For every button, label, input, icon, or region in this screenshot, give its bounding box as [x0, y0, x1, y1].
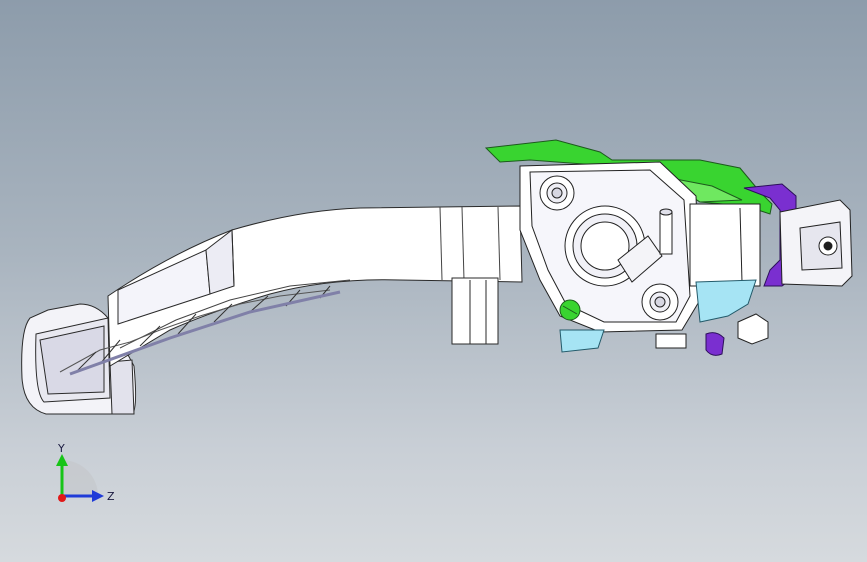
bolt-upper[interactable] — [539, 175, 575, 211]
pedal-assembly-model[interactable] — [0, 0, 867, 562]
green-screw[interactable] — [559, 299, 581, 321]
lower-stop-tab[interactable] — [451, 277, 499, 345]
pivot-shaft[interactable] — [779, 199, 853, 287]
z-axis-label: Z — [107, 490, 115, 503]
bolt-lower[interactable] — [641, 283, 679, 321]
coordinate-triad: Y Z — [56, 442, 115, 503]
y-axis-label: Y — [57, 442, 65, 455]
x-axis-dot — [58, 494, 66, 502]
graphics-viewport[interactable]: Y Z — [0, 0, 867, 562]
